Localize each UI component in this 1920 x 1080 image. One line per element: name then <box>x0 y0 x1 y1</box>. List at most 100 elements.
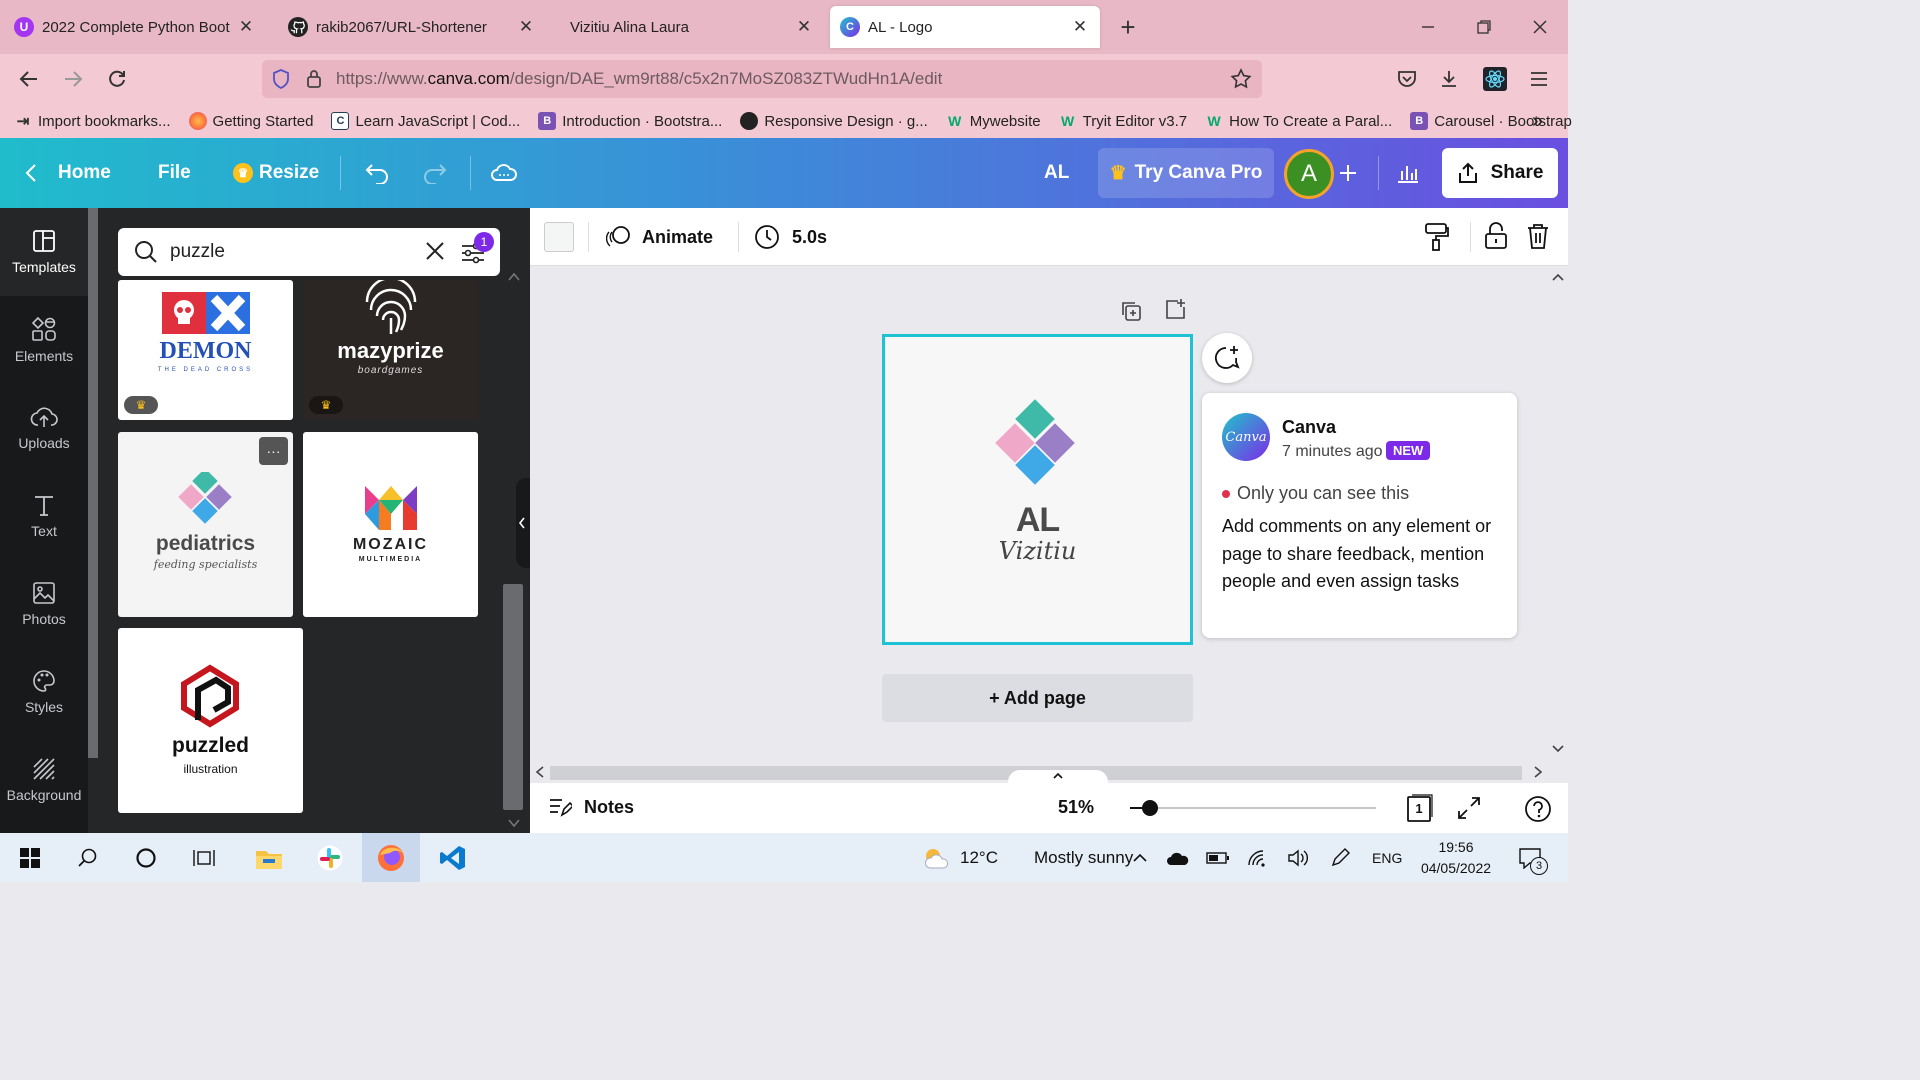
home-button[interactable]: Home <box>24 138 111 208</box>
undo-icon[interactable] <box>364 138 390 208</box>
reload-icon[interactable] <box>100 62 134 96</box>
template-card[interactable]: MOZAIC MULTIMEDIA <box>303 432 478 617</box>
vscode-icon[interactable] <box>426 833 480 882</box>
background-color-swatch[interactable] <box>544 222 574 252</box>
wifi-icon[interactable] <box>1244 833 1272 882</box>
clear-search-icon[interactable] <box>424 240 446 262</box>
add-page-icon[interactable] <box>1164 298 1186 320</box>
template-card[interactable]: pediatrics feeding specialists ··· <box>118 432 293 617</box>
insights-chart-icon[interactable] <box>1396 138 1420 208</box>
battery-icon[interactable] <box>1204 833 1232 882</box>
zoom-percentage[interactable]: 51% <box>1058 797 1094 818</box>
help-icon[interactable] <box>1524 795 1552 823</box>
browser-tab[interactable]: U 2022 Complete Python Bootcam ✕ <box>4 6 266 48</box>
bookmark-item[interactable]: B Carousel · Bootstrap <box>1410 112 1572 130</box>
user-initials[interactable]: AL <box>1044 138 1069 208</box>
zoom-slider-knob[interactable] <box>1142 800 1158 816</box>
unlock-icon[interactable] <box>1484 222 1508 250</box>
tab-close-icon[interactable]: ✕ <box>516 17 536 37</box>
resize-button[interactable]: ♛ Resize <box>233 138 319 208</box>
browser-tab[interactable]: Vizitiu Alina Laura ✕ <box>552 6 824 48</box>
rail-item-elements[interactable]: Elements <box>0 296 88 384</box>
forward-arrow-icon[interactable] <box>56 62 90 96</box>
template-card[interactable]: DEMON THE DEAD CROSS ♛ <box>118 280 293 420</box>
weather-temperature[interactable]: 12°C <box>960 833 998 882</box>
star-icon[interactable] <box>1230 68 1252 90</box>
panel-scroll-thumb[interactable] <box>503 584 523 810</box>
shield-icon[interactable] <box>272 69 290 89</box>
bookmark-item[interactable]: W Tryit Editor v3.7 <box>1059 112 1187 130</box>
browser-tab-active[interactable]: C AL - Logo ✕ <box>830 6 1100 48</box>
rail-item-uploads[interactable]: Uploads <box>0 384 88 472</box>
duration-button[interactable]: 5.0s <box>754 222 827 252</box>
cloud-save-icon[interactable] <box>490 138 518 208</box>
slack-icon[interactable] <box>304 833 356 882</box>
hamburger-menu-icon[interactable] <box>1522 62 1556 96</box>
collapse-panel-tab[interactable] <box>516 478 530 568</box>
bookmark-item[interactable]: ⇥ Import bookmarks... <box>14 112 171 131</box>
more-options-icon[interactable]: ··· <box>259 437 288 465</box>
page-count-button[interactable]: 1 <box>1406 793 1434 823</box>
language-indicator[interactable]: ENG <box>1372 833 1402 882</box>
fullscreen-icon[interactable] <box>1456 795 1482 821</box>
add-comment-button[interactable] <box>1202 333 1252 383</box>
template-card[interactable]: mazyprize boardgames ♛ <box>303 280 478 420</box>
bookmark-item[interactable]: W How To Create a Paral... <box>1205 112 1393 130</box>
logo-script-text[interactable]: Vizitiu <box>885 537 1190 565</box>
zoom-slider[interactable] <box>1130 797 1376 819</box>
downloads-icon[interactable] <box>1432 62 1466 96</box>
share-button[interactable]: Share <box>1442 148 1558 198</box>
bookmark-item[interactable]: B Introduction · Bootstra... <box>538 112 722 130</box>
bookmarks-overflow-icon[interactable]: » <box>1532 110 1543 133</box>
bookmark-item[interactable]: Responsive Design · g... <box>740 112 928 130</box>
panel-scrollbar-outer[interactable] <box>88 208 98 758</box>
window-close-icon[interactable] <box>1520 10 1560 44</box>
task-view-icon[interactable] <box>182 833 226 882</box>
browser-tab[interactable]: rakib2067/URL-Shortener ✕ <box>278 6 546 48</box>
duplicate-page-icon[interactable] <box>1120 300 1142 322</box>
file-explorer-icon[interactable] <box>244 833 294 882</box>
rail-item-background[interactable]: Background <box>0 736 88 824</box>
cortana-icon[interactable] <box>124 833 168 882</box>
address-bar[interactable]: https://www.canva.com/design/DAE_wm9rt88… <box>262 60 1262 98</box>
template-card[interactable]: puzzled illustration <box>118 628 303 813</box>
trash-icon[interactable] <box>1526 222 1550 250</box>
rail-item-templates[interactable]: Templates <box>0 208 88 296</box>
rail-item-photos[interactable]: Photos <box>0 560 88 648</box>
try-canva-pro-button[interactable]: ♛ Try Canva Pro <box>1098 148 1274 198</box>
bookmark-item[interactable]: Getting Started <box>188 112 313 130</box>
back-arrow-icon[interactable] <box>12 62 46 96</box>
bookmark-item[interactable]: C Learn JavaScript | Cod... <box>331 112 520 130</box>
react-devtools-icon[interactable] <box>1478 62 1512 96</box>
notes-button[interactable]: Notes <box>548 795 634 819</box>
redo-icon[interactable] <box>422 138 448 208</box>
chevron-up-icon[interactable] <box>1128 833 1152 882</box>
new-tab-button[interactable]: + <box>1108 10 1148 44</box>
windows-start-icon[interactable] <box>8 833 52 882</box>
firefox-taskbar-icon[interactable] <box>362 833 420 882</box>
puzzle-logo-graphic[interactable] <box>993 399 1085 499</box>
onedrive-cloud-icon[interactable] <box>1164 833 1192 882</box>
tab-close-icon[interactable]: ✕ <box>236 17 256 37</box>
pen-icon[interactable] <box>1326 833 1354 882</box>
rail-item-text[interactable]: Text <box>0 472 88 560</box>
scroll-down-icon[interactable] <box>508 818 520 828</box>
search-field[interactable]: 1 <box>118 228 500 276</box>
scroll-up-icon[interactable] <box>508 272 520 282</box>
design-page[interactable]: AL Vizitiu <box>882 334 1193 645</box>
volume-icon[interactable] <box>1284 833 1312 882</box>
rail-item-styles[interactable]: Styles <box>0 648 88 736</box>
search-icon[interactable] <box>66 833 110 882</box>
restore-icon[interactable] <box>1464 10 1504 44</box>
pocket-icon[interactable] <box>1390 62 1424 96</box>
file-menu-button[interactable]: File <box>158 138 191 208</box>
weather-condition[interactable]: Mostly sunny <box>1034 833 1133 882</box>
tab-close-icon[interactable]: ✕ <box>794 17 814 37</box>
canvas-vertical-scrollbar[interactable] <box>1550 270 1566 760</box>
paint-roller-icon[interactable] <box>1424 222 1450 252</box>
bookmark-item[interactable]: W Mywebsite <box>946 112 1040 130</box>
add-collaborator-icon[interactable] <box>1338 138 1358 208</box>
logo-initials-text[interactable]: AL <box>885 501 1190 540</box>
clock[interactable]: 19:56 04/05/2022 <box>1410 837 1502 879</box>
avatar[interactable]: A <box>1284 149 1334 199</box>
